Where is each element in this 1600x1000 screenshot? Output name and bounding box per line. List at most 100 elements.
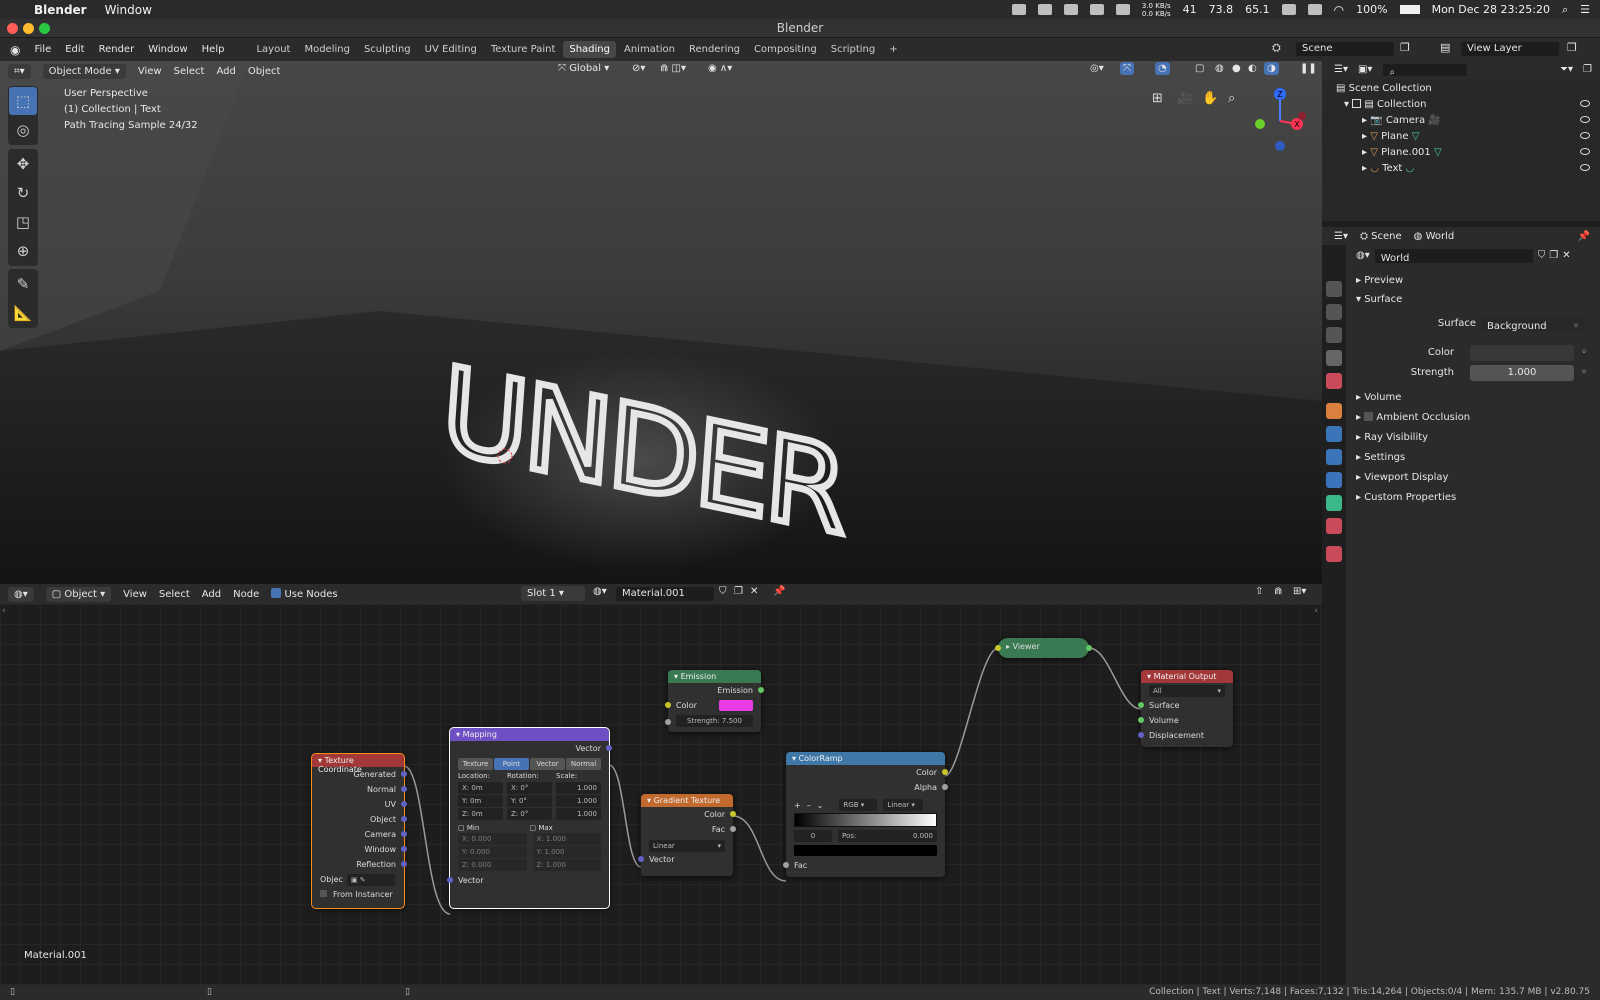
stop-pos-field[interactable]: Pos: 0.000: [838, 830, 937, 842]
breadcrumb-scene[interactable]: ⛭ Scene: [1360, 231, 1402, 242]
eye-icon[interactable]: [1580, 148, 1590, 155]
socket-icon[interactable]: [730, 826, 736, 832]
control-center-icon[interactable]: ☰: [1580, 3, 1590, 16]
texture-tab-icon[interactable]: [1326, 546, 1342, 562]
display-icon[interactable]: [1281, 4, 1296, 15]
world-tab-icon[interactable]: [1326, 373, 1342, 389]
color-ramp-bar[interactable]: [794, 813, 937, 827]
object-picker[interactable]: ▣ ✎: [346, 873, 395, 886]
app-menu[interactable]: Blender: [34, 3, 87, 17]
eye-icon[interactable]: [1580, 100, 1590, 107]
material-icon[interactable]: ◍▾: [593, 586, 607, 597]
slot-selector[interactable]: Slot 1 ▾: [521, 586, 585, 601]
unlink-icon[interactable]: ✕: [1562, 247, 1570, 265]
socket-icon[interactable]: [1086, 645, 1092, 651]
panel-volume[interactable]: ▸ Volume: [1346, 389, 1600, 407]
proportional-icon[interactable]: ◉ ∧▾: [708, 63, 732, 74]
socket-icon[interactable]: [401, 861, 407, 867]
rotate-icon[interactable]: ↻: [9, 179, 37, 207]
menu-window[interactable]: Window: [148, 44, 187, 55]
outliner-item-camera[interactable]: ▸ 📷 Camera 🎥: [1322, 113, 1600, 129]
orientation-selector[interactable]: ⤧ Global ▾: [558, 63, 609, 74]
move-icon[interactable]: ✥: [9, 150, 37, 178]
zoom-icon[interactable]: ⌕: [1228, 91, 1235, 106]
tab-sculpting[interactable]: Sculpting: [358, 41, 417, 58]
snap-icon[interactable]: ⋒ ◫▾: [660, 63, 686, 74]
panel-settings[interactable]: ▸ Settings: [1346, 449, 1600, 467]
object-tab-icon[interactable]: [1326, 403, 1342, 419]
menu-view[interactable]: View: [123, 589, 147, 600]
tab-uv-editing[interactable]: UV Editing: [419, 41, 483, 58]
tab-texture-paint[interactable]: Texture Paint: [485, 41, 562, 58]
rendered-shading-icon[interactable]: ◑: [1264, 62, 1279, 75]
tab-animation[interactable]: Animation: [618, 41, 681, 58]
wireframe-shading-icon[interactable]: ◍: [1215, 63, 1224, 74]
node-header[interactable]: ▾ ColorRamp: [786, 752, 945, 765]
checkbox-icon[interactable]: [271, 588, 282, 598]
copy-scene-icon[interactable]: ❐: [1400, 41, 1410, 54]
socket-icon[interactable]: [401, 771, 407, 777]
add-stop-button[interactable]: +: [794, 801, 801, 810]
color-mode-select[interactable]: RGB ▾: [839, 799, 878, 811]
pin-icon[interactable]: 📌: [1578, 231, 1590, 242]
collection-row[interactable]: ▾ ▤ Collection: [1322, 97, 1600, 113]
scale-x-field[interactable]: 1.000: [556, 782, 601, 794]
menu-view[interactable]: View: [138, 66, 162, 77]
strength-field[interactable]: 1.000: [1470, 365, 1574, 381]
target-select[interactable]: All ▾: [1149, 685, 1225, 697]
world-name-field[interactable]: World: [1373, 248, 1534, 264]
navigation-gizmo[interactable]: Z X: [1240, 86, 1320, 156]
menu-select[interactable]: Select: [159, 589, 190, 600]
socket-icon[interactable]: [942, 769, 948, 775]
checkbox-icon[interactable]: [320, 890, 327, 897]
panel-surface[interactable]: ▾ Surface: [1346, 291, 1600, 309]
battery-icon[interactable]: [1399, 5, 1420, 14]
node-texture-coordinate[interactable]: ▾ Texture Coordinate Generated Normal UV…: [311, 753, 407, 909]
gizmo-neg-x-icon[interactable]: [1298, 112, 1306, 120]
max-toggle[interactable]: ▢ Max: [530, 824, 602, 832]
funnel-icon[interactable]: ⏷▾: [1560, 62, 1573, 78]
node-colorramp[interactable]: ▾ ColorRamp Color Alpha + – ⌄ RGB ▾ Line…: [783, 752, 948, 877]
node-mapping[interactable]: ▾ Mapping Vector Texture Point Vector No…: [447, 727, 612, 909]
checkbox-icon[interactable]: [1364, 412, 1374, 421]
scene-selector[interactable]: Scene: [1295, 41, 1395, 57]
socket-icon[interactable]: [401, 846, 407, 852]
tab-vector[interactable]: Vector: [530, 758, 565, 770]
tab-shading[interactable]: Shading: [563, 41, 616, 58]
cursor-icon[interactable]: ◎: [9, 116, 37, 144]
socket-icon[interactable]: [447, 877, 453, 883]
editor-type-icon[interactable]: ◍▾: [8, 586, 34, 602]
tab-normal[interactable]: Normal: [566, 758, 601, 770]
socket-icon[interactable]: [401, 816, 407, 822]
socket-icon[interactable]: [942, 784, 948, 790]
particles-tab-icon[interactable]: [1326, 449, 1342, 465]
outliner-item-text[interactable]: ▸ ◡ Text ◡: [1322, 161, 1600, 177]
stop-index-field[interactable]: 0: [794, 830, 832, 842]
socket-icon[interactable]: [1138, 702, 1144, 708]
node-gradient-texture[interactable]: ▾ Gradient Texture Color Fac Linear ▾ Ve…: [638, 794, 736, 876]
render-tab-icon[interactable]: [1326, 281, 1342, 297]
copy-view-layer-icon[interactable]: ❐: [1567, 41, 1577, 54]
node-emission[interactable]: ▾ Emission Emission Color Strength: 7.50…: [665, 670, 764, 732]
socket-icon[interactable]: [1138, 732, 1144, 738]
eye-icon[interactable]: [1580, 116, 1590, 123]
socket-icon[interactable]: [401, 831, 407, 837]
select-box-icon[interactable]: ⬚: [9, 87, 37, 115]
node-editor[interactable]: ▾ Texture Coordinate Generated Normal UV…: [0, 604, 1322, 985]
physics-tab-icon[interactable]: [1326, 472, 1342, 488]
view-layer-selector[interactable]: View Layer: [1460, 41, 1560, 57]
window-menu[interactable]: Window: [105, 3, 152, 17]
node-header[interactable]: ▾ Mapping: [450, 728, 609, 741]
stop-color-swatch[interactable]: [794, 845, 937, 856]
menu-render[interactable]: Render: [99, 44, 135, 55]
search-icon[interactable]: ⌕: [1562, 3, 1568, 17]
node-header[interactable]: ▾ Gradient Texture: [641, 794, 733, 807]
node-options-icon[interactable]: ⊞▾: [1293, 586, 1306, 597]
unlink-icon[interactable]: ✕: [750, 586, 758, 597]
pin-icon[interactable]: 📌: [773, 586, 785, 597]
panel-custom-properties[interactable]: ▸ Custom Properties: [1346, 489, 1600, 507]
menu-file[interactable]: File: [34, 44, 51, 55]
scale-z-field[interactable]: 1.000: [556, 808, 601, 820]
outliner-item-plane[interactable]: ▸ ▽ Plane ▽: [1322, 129, 1600, 145]
node-material-output[interactable]: ▾ Material Output All ▾ Surface Volume Di…: [1138, 670, 1233, 747]
